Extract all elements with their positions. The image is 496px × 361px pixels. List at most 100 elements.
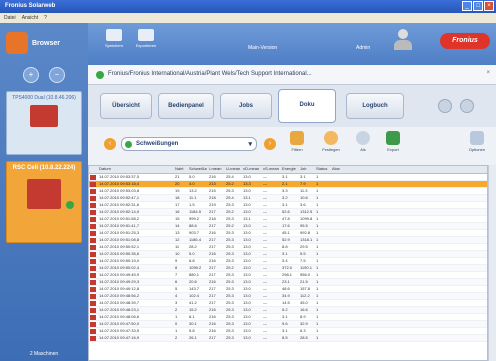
table-row[interactable]: 14.07.2010 09:48:56,2 4 102.4 217 25.3 13.0 — 3…	[89, 293, 487, 300]
table-cell	[330, 216, 344, 222]
table-cell: 25.3	[226, 328, 234, 333]
tab-uebersicht[interactable]: Übersicht	[100, 93, 152, 119]
table-row[interactable]: 14.07.2010 09:48:39,7 3 41.2 217 25.3 13.0—14…	[89, 300, 487, 307]
forward-icon[interactable]: ›	[264, 138, 276, 150]
table-cell: 15	[175, 216, 180, 221]
close-icon[interactable]: ×	[486, 70, 490, 76]
export-button[interactable]: Export	[382, 131, 404, 152]
tab-logbuch[interactable]: Logbuch	[346, 93, 404, 119]
column-header[interactable]: vD-mean	[241, 166, 261, 173]
table-cell: 5.8	[189, 328, 195, 333]
table-cell: —	[263, 293, 267, 298]
device-rsc-cell[interactable]: RSC Cell (10.8.22.224)	[6, 161, 82, 243]
set-button[interactable]: Festlegen	[320, 131, 342, 152]
tab-jobs[interactable]: Jobs	[220, 93, 272, 119]
tab-scroll-right-icon[interactable]	[460, 99, 474, 113]
user-icon[interactable]	[393, 29, 413, 51]
filter-button[interactable]: Filtern	[286, 131, 308, 152]
menu-item-help[interactable]: ?	[44, 15, 47, 21]
table-row[interactable]: 14.07.2010 09:51:58,2 15 999.2 218 25.3 13.1 —…	[89, 216, 487, 223]
table-cell: 25.2	[226, 223, 234, 228]
minimize-button[interactable]: _	[462, 1, 472, 11]
table-row[interactable]: 14.07.2010 09:52:14,9 16 1184.5 217 25.2 13.0…	[89, 209, 487, 216]
table-cell: 217	[209, 286, 216, 291]
table-row[interactable]: 14.07.2010 09:50:35,6 10 5.0 216 25.3 13.0 — 3.…	[89, 251, 487, 258]
column-header[interactable]: I-mean	[207, 166, 224, 173]
options-button[interactable]: Optionen	[466, 131, 488, 152]
table-row[interactable]: 14.07.2010 09:53:37,5 21 5.0 216 25.4 13.0 — 3.…	[89, 174, 487, 181]
table-cell: 218	[209, 216, 216, 221]
table-cell: 14.07.2010 09:47:50,0	[99, 321, 140, 326]
table-cell: 14.07.2010 09:52:47,1	[99, 195, 140, 200]
device-tps4000[interactable]: TPS4000 Dual (10.8.46.206)	[6, 91, 82, 155]
export-tool[interactable]: Exportieren	[134, 29, 158, 48]
column-header[interactable]: Abw	[330, 166, 344, 173]
table-cell	[330, 286, 344, 292]
table-row[interactable]: 14.07.2010 09:53:03,8 19 13.2 215 25.3 13.0 — 3…	[89, 188, 487, 195]
row-icon	[89, 300, 97, 306]
column-header[interactable]: Energie	[280, 166, 298, 173]
menu-item-datei[interactable]: Datei	[4, 15, 16, 21]
table-cell: 112.2	[300, 293, 310, 298]
view-dropdown[interactable]: Schweißungen ▾	[121, 137, 257, 151]
column-header[interactable]: vS-mean	[261, 166, 280, 173]
table-row[interactable]: 14.07.2010 09:47:33,5 1 5.8 216 25.3 13.0 — 3.1…	[89, 328, 487, 335]
table-row[interactable]: 14.07.2010 09:51:08,8 12 1186.4 217 25.3 13.0…	[89, 237, 487, 244]
table-cell: 218	[209, 195, 216, 200]
table-row[interactable]: 14.07.2010 09:51:25,3 13 903.7 216 25.3 13.0 —…	[89, 230, 487, 237]
table-row[interactable]: 14.07.2010 09:48:23,1 2 15.2 216 25.3 13.0 — 5.…	[89, 307, 487, 314]
table-row[interactable]: 14.07.2010 09:48:06,6 1 8.1 216 25.3 13.0 — 3.1…	[89, 314, 487, 321]
table-row[interactable]: 14.07.2010 09:50:19,0 9 6.8 216 25.3 13.0 — 3.4…	[89, 258, 487, 265]
table-row[interactable]: 14.07.2010 09:50:52,1 11 28.2 217 25.3 13.0 — 8…	[89, 244, 487, 251]
remove-icon[interactable]: −	[49, 67, 65, 83]
table-row[interactable]: 14.07.2010 09:49:12,8 5 143.7 217 25.3 13.0 — 4…	[89, 286, 487, 293]
table-row[interactable]: 14.07.2010 09:50:02,4 8 1099.2 217 25.2 13.0 —…	[89, 265, 487, 272]
close-button[interactable]: ×	[484, 1, 494, 11]
column-header[interactable]: Datum	[97, 166, 173, 173]
column-header[interactable]	[89, 166, 97, 173]
table-cell	[330, 335, 344, 341]
table-cell: 14.07.2010 09:48:23,1	[99, 307, 140, 312]
tab-doku[interactable]: Doku	[278, 89, 336, 123]
column-header[interactable]: Naht	[173, 166, 187, 173]
table-cell: 25.4	[226, 195, 234, 200]
table-row[interactable]: 14.07.2010 09:52:47,1 18 11.1 218 25.4 13.1 — 3…	[89, 195, 487, 202]
table-cell: 1	[316, 174, 319, 179]
menu-item-ansicht[interactable]: Ansicht	[22, 15, 38, 21]
table-cell: 25.3	[226, 244, 234, 249]
table-cell: 28.5	[300, 335, 308, 340]
table-cell: 216	[209, 258, 216, 263]
table-row[interactable]: 14.07.2010 09:53:18,4 20 4.0 213 25.2 13.3 — 2.…	[89, 181, 487, 188]
add-icon[interactable]: +	[23, 67, 39, 83]
column-header[interactable]: U-mean	[224, 166, 241, 173]
table-cell	[330, 202, 344, 208]
back-icon[interactable]: ‹	[104, 138, 116, 150]
column-header[interactable]: Status	[314, 166, 330, 173]
table-cell: —	[263, 202, 267, 207]
welder-icon	[30, 105, 58, 127]
table-cell: 217	[209, 223, 216, 228]
table-cell: 20	[175, 181, 180, 186]
as-button[interactable]: Als	[352, 131, 374, 152]
column-header[interactable]: Job	[298, 166, 314, 173]
table-cell	[330, 174, 344, 180]
table-cell	[330, 237, 344, 243]
table-row[interactable]: 14.07.2010 09:52:31,6 17 1.5 219 25.3 13.0 — 3.…	[89, 202, 487, 209]
vertical-scrollbar[interactable]	[488, 165, 496, 361]
table-cell: 32.9	[300, 321, 308, 326]
maximize-button[interactable]: □	[473, 1, 483, 11]
table-row[interactable]: 14.07.2010 09:51:41,7 14 88.6 217 25.2 13.0 — 1…	[89, 223, 487, 230]
tab-scroll-left-icon[interactable]	[438, 99, 452, 113]
table-row[interactable]: 14.07.2010 09:47:16,9 2 26.1 217 25.3 13.0 — 8.…	[89, 335, 487, 342]
table-row[interactable]: 14.07.2010 09:49:29,3 6 20.6 216 25.3 13.0 — 23…	[89, 279, 487, 286]
table-row[interactable]: 14.07.2010 09:47:50,0 0 30.1 216 25.3 13.0 — 9.…	[89, 321, 487, 328]
table-cell: 1	[316, 335, 319, 340]
save-tool[interactable]: Speichern	[102, 29, 126, 48]
column-header[interactable]: Schweißzeit	[187, 166, 207, 173]
sidebar-nav: + −	[0, 67, 88, 83]
table-cell: 25.4	[226, 174, 234, 179]
table-header: DatumNahtSchweißzeitI-meanU-meanvD-meanv…	[89, 166, 487, 174]
table-cell: 14.07.2010 09:50:19,0	[99, 258, 140, 263]
table-row[interactable]: 14.07.2010 09:49:45,9 7 880.1 217 25.3 13.0 — 2…	[89, 272, 487, 279]
tab-bedienpanel[interactable]: Bedienpanel	[158, 93, 214, 119]
